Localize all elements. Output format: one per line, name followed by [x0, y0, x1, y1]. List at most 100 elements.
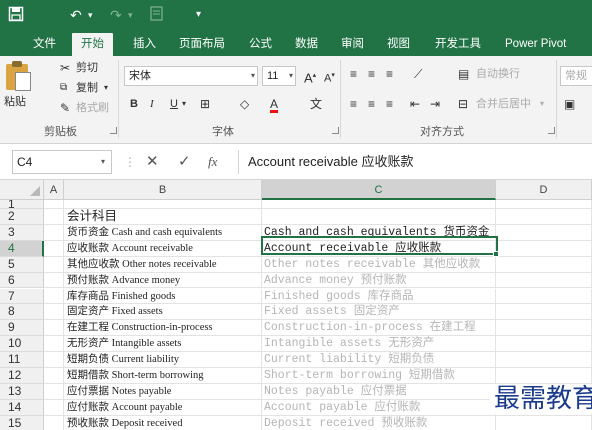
- font-size-select[interactable]: 11 ▾: [262, 66, 296, 86]
- redo-dropdown-icon[interactable]: ▾: [128, 6, 133, 24]
- format-painter-button[interactable]: 格式刷: [76, 100, 109, 116]
- paste-button[interactable]: 粘贴: [0, 56, 40, 116]
- align-bottom-icon[interactable]: ≡: [386, 66, 393, 82]
- cell-d[interactable]: [496, 304, 592, 321]
- tab-data[interactable]: 数据: [286, 33, 327, 56]
- alignment-launcher-icon[interactable]: [548, 127, 555, 134]
- format-painter-icon[interactable]: ✎: [60, 100, 70, 116]
- cell-a[interactable]: [44, 415, 64, 430]
- row-header[interactable]: 6: [0, 272, 44, 289]
- cell-c[interactable]: Account payable 应付账款: [262, 399, 496, 416]
- tab-formulas[interactable]: 公式: [240, 33, 281, 56]
- copy-icon[interactable]: ⧉: [60, 80, 67, 96]
- copy-button[interactable]: 复制: [76, 80, 98, 96]
- phonetic-icon[interactable]: 文: [310, 96, 322, 112]
- cell-c[interactable]: Short-term borrowing 短期借款: [262, 368, 496, 384]
- tab-review[interactable]: 审阅: [332, 33, 373, 56]
- cell-a[interactable]: [44, 200, 64, 209]
- cell-c[interactable]: [262, 200, 496, 209]
- tab-page-layout[interactable]: 页面布局: [170, 33, 234, 56]
- tab-developer[interactable]: 开发工具: [426, 33, 490, 56]
- accounting-format-icon[interactable]: ▣: [564, 96, 575, 112]
- underline-button[interactable]: U: [170, 96, 178, 112]
- save-icon[interactable]: [8, 6, 24, 26]
- cut-button[interactable]: 剪切: [76, 60, 98, 76]
- decrease-indent-icon[interactable]: ⇤: [410, 96, 420, 112]
- merge-center-button[interactable]: 合并后居中: [476, 96, 531, 112]
- merge-dropdown-icon[interactable]: ▾: [540, 96, 544, 112]
- row-header[interactable]: 7: [0, 288, 44, 305]
- cell-c[interactable]: Fixed assets 固定资产: [262, 304, 496, 321]
- align-middle-icon[interactable]: ≡: [368, 66, 375, 82]
- clipboard-launcher-icon[interactable]: [110, 127, 117, 134]
- align-right-icon[interactable]: ≡: [386, 96, 393, 112]
- row-header[interactable]: 11: [0, 352, 44, 368]
- cell-b[interactable]: 应付票据 Notes payable: [64, 383, 262, 400]
- row-header[interactable]: 10: [0, 336, 44, 353]
- cell-d[interactable]: [496, 368, 592, 384]
- row-header[interactable]: 3: [0, 224, 44, 241]
- cell-c[interactable]: Construction-in-process 在建工程: [262, 320, 496, 337]
- shrink-font-button[interactable]: A▾: [324, 68, 335, 87]
- tab-insert[interactable]: 插入: [124, 33, 165, 56]
- undo-dropdown-icon[interactable]: ▾: [88, 6, 93, 24]
- align-top-icon[interactable]: ≡: [350, 66, 357, 82]
- cell-b[interactable]: 固定资产 Fixed assets: [64, 304, 262, 321]
- tab-power-pivot[interactable]: Power Pivot: [496, 33, 575, 56]
- column-header-d[interactable]: D: [496, 180, 592, 200]
- cell-a[interactable]: [44, 256, 64, 273]
- row-header[interactable]: 15: [0, 415, 44, 430]
- row-header[interactable]: 14: [0, 399, 44, 416]
- align-center-icon[interactable]: ≡: [368, 96, 375, 112]
- cell-c[interactable]: Current liability 短期负债: [262, 352, 496, 368]
- cell-d[interactable]: [496, 352, 592, 368]
- cell-d[interactable]: [496, 256, 592, 273]
- grow-font-button[interactable]: A▴: [304, 68, 316, 86]
- cell-d[interactable]: [496, 272, 592, 289]
- fill-color-icon[interactable]: ◇: [240, 96, 249, 112]
- cell-b[interactable]: 短期负债 Current liability: [64, 352, 262, 368]
- cell-b[interactable]: 预收账款 Deposit received: [64, 415, 262, 430]
- number-format-select[interactable]: 常规: [560, 66, 592, 86]
- cell-a[interactable]: [44, 383, 64, 400]
- cell-a[interactable]: [44, 304, 64, 321]
- borders-icon[interactable]: ⊞: [200, 96, 210, 112]
- cell-b[interactable]: 应付账款 Account payable: [64, 399, 262, 416]
- row-header[interactable]: 8: [0, 304, 44, 321]
- cell-b[interactable]: 预付账款 Advance money: [64, 272, 262, 289]
- cell-a[interactable]: [44, 288, 64, 305]
- cell-c[interactable]: [262, 209, 496, 225]
- orientation-icon[interactable]: ⟋: [414, 66, 422, 82]
- cell-c[interactable]: Other notes receivable 其他应收款: [262, 256, 496, 273]
- cell-a[interactable]: [44, 240, 64, 257]
- print-preview-icon[interactable]: [150, 6, 163, 25]
- cell-d[interactable]: [496, 288, 592, 305]
- cell-b[interactable]: [64, 200, 262, 209]
- select-all-button[interactable]: [0, 180, 44, 200]
- bold-button[interactable]: B: [130, 96, 138, 112]
- cell-c[interactable]: Deposit received 预收账款: [262, 415, 496, 430]
- row-header[interactable]: 2: [0, 209, 44, 225]
- cell-b[interactable]: 在建工程 Construction-in-process: [64, 320, 262, 337]
- cell-a[interactable]: [44, 224, 64, 241]
- cell-d[interactable]: [496, 415, 592, 430]
- cell-c[interactable]: Advance money 预付账款: [262, 272, 496, 289]
- cell-c[interactable]: Intangible assets 无形资产: [262, 336, 496, 353]
- italic-button[interactable]: I: [150, 96, 154, 112]
- cell-b[interactable]: 应收账款 Account receivable: [64, 240, 262, 257]
- cell-d[interactable]: [496, 240, 592, 257]
- increase-indent-icon[interactable]: ⇥: [430, 96, 440, 112]
- cell-b[interactable]: 无形资产 Intangible assets: [64, 336, 262, 353]
- cell-b[interactable]: 会计科目: [64, 209, 262, 225]
- column-header-c[interactable]: C: [262, 180, 496, 200]
- cell-b[interactable]: 货币资金 Cash and cash equivalents: [64, 224, 262, 241]
- tab-home[interactable]: 开始: [72, 33, 113, 56]
- cell-a[interactable]: [44, 209, 64, 225]
- cell-c[interactable]: Finished goods 库存商品: [262, 288, 496, 305]
- wrap-text-button[interactable]: 自动换行: [476, 66, 520, 82]
- cell-a[interactable]: [44, 399, 64, 416]
- font-name-select[interactable]: 宋体 ▾: [124, 66, 258, 86]
- formula-input[interactable]: Account receivable 应收账款: [238, 150, 592, 174]
- column-header-a[interactable]: A: [44, 180, 64, 200]
- cell-d[interactable]: [496, 200, 592, 209]
